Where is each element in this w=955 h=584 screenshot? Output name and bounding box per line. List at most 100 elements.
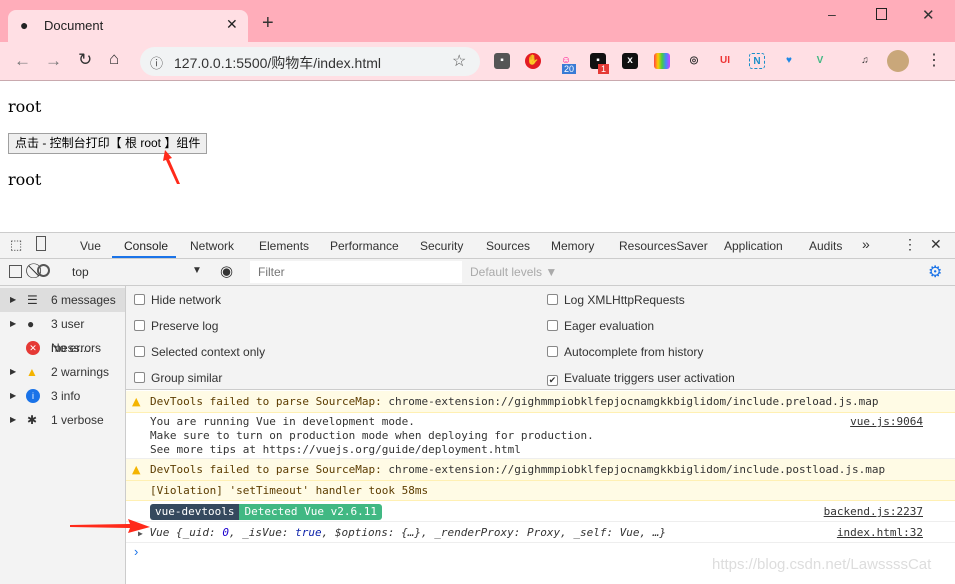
autocomplete-checkbox[interactable]: Autocomplete from history (547, 345, 703, 359)
source-link[interactable]: backend.js:2237 (824, 501, 923, 522)
sourcemap-link[interactable]: chrome-extension://gighmmpiobklfepjocnam… (388, 463, 885, 476)
back-icon[interactable]: ← (14, 51, 31, 71)
vue-version-badge: Detected Vue v2.6.11 (239, 504, 382, 520)
extension-icon[interactable]: x (622, 53, 638, 69)
user-icon: ● (27, 317, 35, 331)
maximize-icon[interactable] (876, 8, 887, 20)
bookmark-star-icon[interactable]: ☆ (452, 51, 466, 71)
extension-icon[interactable]: ✋ (525, 53, 541, 69)
red-arrow-annotation (70, 519, 150, 533)
source-link[interactable]: index.html:32 (837, 522, 923, 543)
sidebar-item-errors[interactable]: ✕ No errors (0, 336, 125, 360)
extension-badge: 20 (562, 64, 577, 74)
tab-resourcessaver[interactable]: ResourcesSaver (619, 239, 708, 253)
error-icon: ✕ (26, 341, 40, 355)
extension-icon[interactable]: UI (717, 53, 733, 69)
vue-devtools-icon[interactable]: V (812, 53, 828, 69)
minimize-icon[interactable]: – (828, 6, 836, 22)
extension-icon[interactable]: N (749, 53, 765, 69)
tab-security[interactable]: Security (420, 239, 463, 253)
more-tabs-icon[interactable]: » (862, 236, 870, 252)
filter-input[interactable] (250, 261, 462, 283)
info-icon: i (26, 389, 40, 403)
warning-icon: ▲ (26, 365, 38, 379)
devtools-menu-icon[interactable]: ⋮ (903, 236, 917, 253)
sourcemap-link[interactable]: chrome-extension://gighmmpiobklfepjocnam… (388, 395, 878, 408)
extension-badge: 1 (598, 64, 610, 74)
warning-icon: ▲ (132, 395, 141, 408)
console-message: vue-devtools Detected Vue v2.6.11 backend… (126, 501, 955, 522)
tab-console[interactable]: Console (124, 239, 168, 253)
console-sidebar: ▶ ☰ 6 messages ▶ ● 3 user mess... ✕ No errors… (0, 286, 126, 584)
tab-audits[interactable]: Audits (809, 239, 842, 253)
address-bar[interactable]: ⓘ 127.0.0.1:5500/购物车/index.html ☆ (140, 47, 480, 76)
media-icon[interactable]: ♫ (857, 53, 873, 69)
tab-vue[interactable]: Vue (80, 239, 101, 253)
extension-icon[interactable]: ◎ (686, 53, 702, 69)
info-icon: ⓘ (150, 56, 164, 71)
sidebar-item-user-messages[interactable]: ▶ ● 3 user mess... (0, 312, 125, 355)
menu-icon[interactable]: ⋮ (926, 50, 942, 70)
browser-tab-strip: ● Document ✕ + – ✕ (0, 0, 955, 42)
globe-icon: ● (20, 17, 29, 33)
tab-elements[interactable]: Elements (259, 239, 309, 253)
preserve-log-checkbox[interactable]: Preserve log (134, 319, 218, 333)
selected-context-checkbox[interactable]: Selected context only (134, 345, 265, 359)
hide-network-checkbox[interactable]: Hide network (134, 293, 221, 307)
log-xhr-checkbox[interactable]: Log XMLHttpRequests (547, 293, 685, 307)
browser-tab[interactable]: ● Document ✕ (8, 10, 248, 42)
device-toggle-icon[interactable] (36, 236, 46, 251)
tab-application[interactable]: Application (724, 239, 783, 253)
watermark: https://blog.csdn.net/LawssssCat (712, 556, 932, 573)
evaluate-triggers-checkbox[interactable]: ✔ Evaluate triggers user activation (547, 371, 735, 386)
list-icon: ☰ (27, 293, 38, 307)
sidebar-item-info[interactable]: ▶ i 3 info (0, 384, 125, 408)
home-icon[interactable]: ⌂ (109, 49, 119, 69)
levels-dropdown[interactable]: Default levels ▼ (470, 265, 557, 279)
console-toolbar: ⃠ top ▼ ◉ Default levels ▼ ⚙ (0, 259, 955, 286)
warning-icon: ▲ (132, 463, 141, 476)
sidebar-toggle-icon[interactable] (9, 265, 22, 278)
red-arrow-annotation (163, 150, 180, 184)
close-tab-icon[interactable]: ✕ (226, 16, 238, 33)
console-prompt-icon[interactable]: › (134, 544, 138, 559)
console-violation: [Violation] 'setTimeout' handler took 58… (126, 481, 955, 501)
url-text: 127.0.0.1:5500/购物车/index.html (174, 55, 382, 71)
root-text: root (8, 170, 42, 189)
sidebar-item-messages[interactable]: ▶ ☰ 6 messages (0, 288, 125, 312)
avatar[interactable] (887, 50, 909, 72)
extension-icon[interactable]: ♥ (781, 53, 797, 69)
context-select[interactable]: top (72, 265, 89, 279)
extension-icon[interactable] (654, 53, 670, 69)
window-close-icon[interactable]: ✕ (922, 6, 935, 24)
eye-icon[interactable]: ◉ (220, 262, 233, 280)
console-warning: ▲ DevTools failed to parse SourceMap: ch… (126, 459, 955, 481)
reload-icon[interactable]: ↻ (78, 50, 92, 70)
forward-icon[interactable]: → (45, 51, 62, 71)
chevron-down-icon[interactable]: ▼ (192, 265, 202, 276)
deployment-link[interactable]: https://vuejs.org/guide/deployment.html (263, 443, 521, 456)
sidebar-item-warnings[interactable]: ▶ ▲ 2 warnings (0, 360, 125, 384)
tab-sources[interactable]: Sources (486, 239, 530, 253)
tab-title: Document (44, 18, 104, 33)
console-warning: ▲ DevTools failed to parse SourceMap: ch… (126, 391, 955, 413)
bug-icon: ✱ (27, 413, 38, 427)
group-similar-checkbox[interactable]: Group similar (134, 371, 222, 385)
console-message: You are running Vue in development mode.… (126, 413, 955, 459)
root-text: root (8, 97, 42, 116)
tab-memory[interactable]: Memory (551, 239, 594, 253)
gear-icon[interactable]: ⚙ (928, 262, 942, 282)
devtools-tabbar: ⬚ Vue Console Network Elements Performan… (0, 232, 955, 259)
tab-network[interactable]: Network (190, 239, 234, 253)
eager-evaluation-checkbox[interactable]: Eager evaluation (547, 319, 654, 333)
console-object[interactable]: ▶ Vue {_uid: 0, _isVue: true, $options: … (126, 522, 955, 543)
console-settings: Hide network Preserve log Selected conte… (126, 286, 955, 390)
source-link[interactable]: vue.js:9064 (850, 415, 923, 429)
inspect-icon[interactable]: ⬚ (10, 237, 22, 253)
new-tab-icon[interactable]: + (262, 12, 274, 35)
sidebar-item-verbose[interactable]: ▶ ✱ 1 verbose (0, 408, 125, 432)
tab-performance[interactable]: Performance (330, 239, 399, 253)
clear-console-icon[interactable] (37, 264, 50, 277)
extension-icon[interactable]: ▪ (494, 53, 510, 69)
close-devtools-icon[interactable]: ✕ (930, 236, 942, 253)
